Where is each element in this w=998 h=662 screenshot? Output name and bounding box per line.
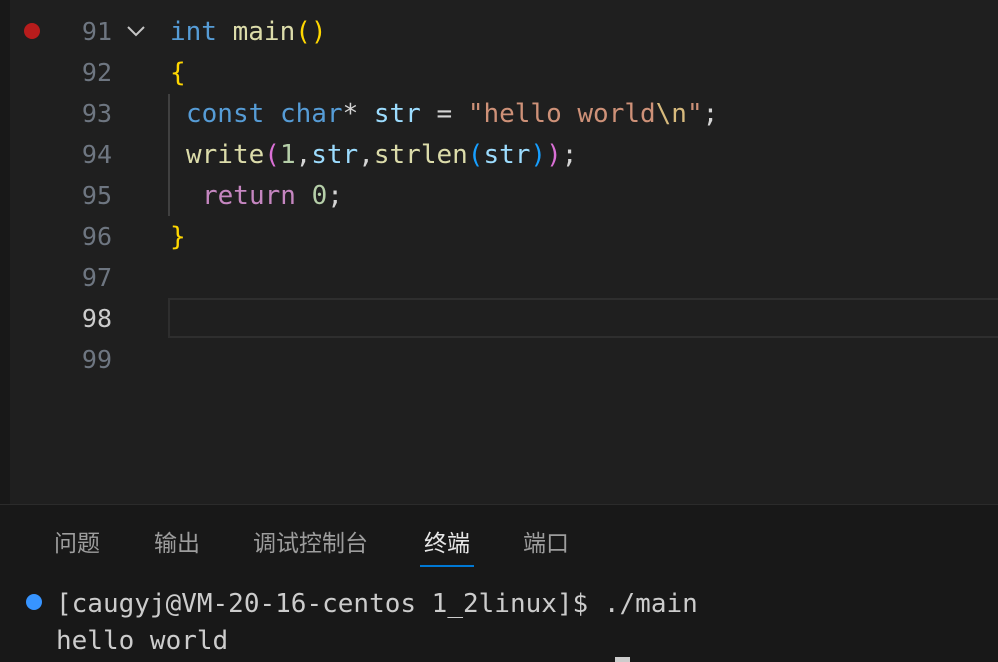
line-number: 95 [81,181,112,210]
line-number: 91 [81,17,112,46]
chevron-down-icon[interactable] [124,19,148,43]
bottom-panel: 问题 输出 调试控制台 终端 端口 [caugyj@VM-20-16-cento… [0,504,998,662]
code-editor[interactable]: 91 int main() 92 { 93 const char* str = … [0,0,998,504]
tab-debug-console[interactable]: 调试控制台 [253,527,368,561]
terminal-cursor [615,657,630,662]
line-number: 96 [81,222,112,251]
code-line-95[interactable]: 95 return 0; [10,175,998,216]
code-line-96[interactable]: 96 } [10,216,998,257]
code-line-98[interactable]: 98 [10,298,998,339]
line-number: 93 [81,99,112,128]
tab-terminal[interactable]: 终端 [420,527,474,567]
code-text: const char* str = "hello world\n"; [186,99,719,129]
breakpoint-icon[interactable] [24,23,40,39]
tab-problems[interactable]: 问题 [54,527,100,561]
code-text: { [170,58,186,88]
tab-ports[interactable]: 端口 [523,527,569,561]
code-text: return 0; [202,181,343,211]
line-number: 92 [81,58,112,87]
terminal-output-line: hello world [56,626,229,656]
code-line-97[interactable]: 97 [10,257,998,298]
indent-guide [168,94,170,216]
line-number: 94 [81,140,112,169]
active-tab-indicator [420,565,474,567]
command-status-icon[interactable] [26,594,42,610]
code-text: write(1,str,strlen(str)); [186,140,578,170]
line-number-active: 98 [81,304,112,333]
code-text: } [170,222,186,252]
tab-terminal-label: 终端 [424,531,470,557]
line-number: 99 [81,345,112,374]
code-text: int main() [170,17,327,47]
code-line-91[interactable]: 91 int main() [10,11,998,52]
code-line-99[interactable]: 99 [10,339,998,380]
code-line-93[interactable]: 93 const char* str = "hello world\n"; [10,93,998,134]
line-number: 97 [81,263,112,292]
code-line-94[interactable]: 94 write(1,str,strlen(str)); [10,134,998,175]
code-line-92[interactable]: 92 { [10,52,998,93]
tab-output[interactable]: 输出 [154,527,200,561]
terminal-command-line: [caugyj@VM-20-16-centos 1_2linux]$ ./mai… [56,589,698,619]
